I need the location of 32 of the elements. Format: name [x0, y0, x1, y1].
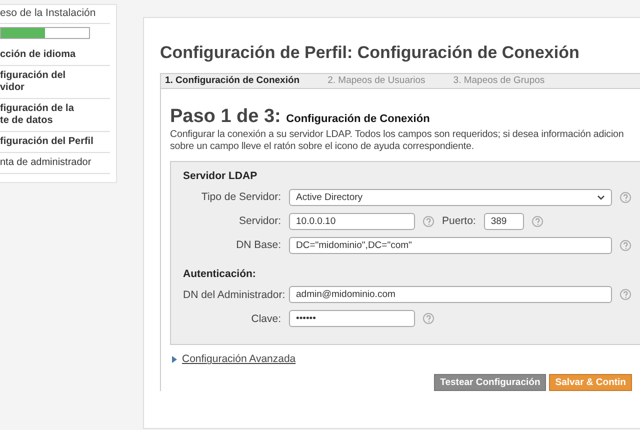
- tab[interactable]: 1. Configuración de Conexión: [165, 75, 300, 87]
- help-icon[interactable]: [532, 216, 543, 227]
- sidebar-item[interactable]: figuración de la te de datos: [0, 98, 110, 132]
- select-field[interactable]: Active Directory: [289, 188, 612, 206]
- expand-triangle-icon[interactable]: [172, 356, 177, 364]
- sidebar-item[interactable]: figuración del Perfil: [0, 132, 110, 153]
- input-field[interactable]: 389: [484, 212, 524, 230]
- advanced-settings-link[interactable]: Configuración Avanzada: [182, 353, 296, 366]
- sidebar-title: eso de la Instalación: [0, 7, 110, 24]
- section-title: Servidor LDAP: [183, 170, 258, 183]
- step-description: Configurar la conexión a su servidor LDAP. Todos los campos son requeridos; si desea información adicion sobre un campo lleve el ratón sobre el icono de ayuda correspondiente.: [170, 128, 625, 154]
- help-icon[interactable]: [620, 192, 631, 203]
- field-label: Clave:: [250, 312, 281, 326]
- sidebar-item[interactable]: cción de idioma: [0, 44, 110, 66]
- help-icon[interactable]: [620, 289, 631, 300]
- page-title: Configuración de Perfil: Configuración de Conexión: [160, 43, 580, 64]
- input-field[interactable]: DC="midominio",DC="com": [289, 236, 612, 254]
- field-label: Servidor:: [238, 214, 281, 228]
- field-label: DN Base:: [235, 238, 281, 252]
- help-icon[interactable]: [423, 216, 434, 227]
- input-field[interactable]: admin@midominio.com: [289, 286, 612, 304]
- sidebar-item[interactable]: figuración del vidor: [0, 66, 110, 99]
- field-label: Puerto:: [442, 214, 476, 228]
- step-heading: Paso 1 de 3: Configuración de Conexión: [170, 106, 431, 128]
- chevron-down-icon: [597, 194, 605, 200]
- password-field[interactable]: ••••••: [289, 310, 415, 328]
- sidebar-item[interactable]: nta de administrador: [0, 152, 110, 174]
- help-icon[interactable]: [423, 313, 434, 324]
- input-field[interactable]: 10.0.0.10: [289, 212, 415, 230]
- section-title: Autenticación:: [183, 268, 257, 280]
- help-icon[interactable]: [620, 240, 631, 251]
- field-label: Tipo de Servidor:: [200, 190, 281, 204]
